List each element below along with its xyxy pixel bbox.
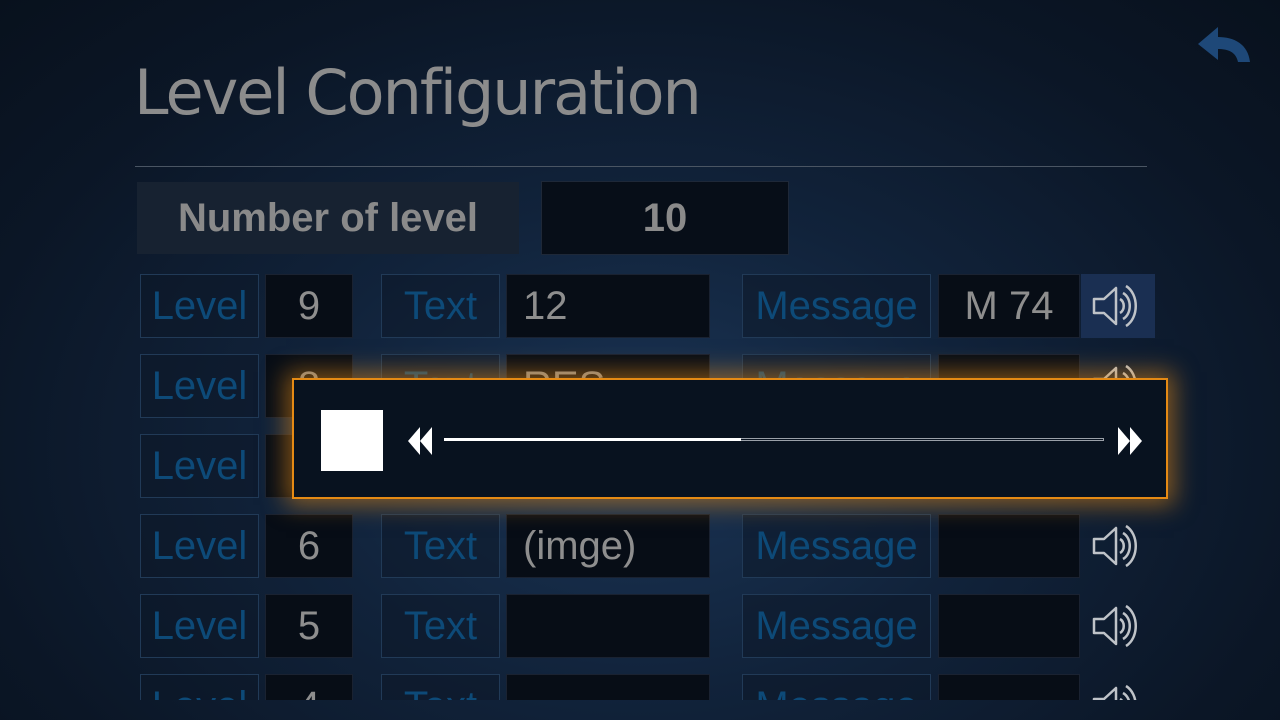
speaker-icon: [1088, 282, 1148, 330]
speaker-icon: [1088, 602, 1148, 650]
message-label: Message: [742, 274, 931, 338]
level-row: Level 6 Text (imge) Message: [0, 514, 1280, 580]
fast-forward-button[interactable]: [1114, 427, 1144, 455]
audio-player-dialog: [292, 378, 1168, 499]
number-of-level-field[interactable]: 10: [541, 181, 789, 255]
play-message-button[interactable]: [1081, 674, 1155, 700]
level-label: Level: [140, 434, 259, 498]
message-field[interactable]: M 74: [938, 274, 1080, 338]
back-button[interactable]: [1194, 24, 1254, 70]
level-row: Level4 Text Message: [0, 674, 1280, 700]
stop-button[interactable]: [321, 410, 383, 471]
text-label: Text: [381, 674, 500, 700]
message-label: Message: [742, 674, 931, 700]
text-field[interactable]: (imge): [506, 514, 710, 578]
number-of-level-label: Number of level: [137, 182, 519, 254]
level-row: Level 5 Text Message: [0, 594, 1280, 660]
level-row: Level 9 Text 12 Message M 74: [0, 274, 1280, 340]
play-message-button[interactable]: [1081, 514, 1155, 578]
level-number-field[interactable]: 6: [265, 514, 353, 578]
progress-fill: [444, 438, 741, 441]
text-field[interactable]: [506, 594, 710, 658]
message-label: Message: [742, 514, 931, 578]
level-number-field[interactable]: 9: [265, 274, 353, 338]
page-title: Level Configuration: [134, 56, 702, 129]
message-label: Message: [742, 594, 931, 658]
speaker-icon: [1088, 522, 1148, 570]
level-label: Level: [140, 514, 259, 578]
title-divider: [135, 166, 1147, 167]
level-label: Level: [140, 354, 259, 418]
level-number-field[interactable]: 4: [265, 674, 353, 700]
rewind-icon: [408, 427, 432, 455]
play-message-button[interactable]: [1081, 594, 1155, 658]
rewind-button[interactable]: [406, 427, 436, 455]
level-label: Level: [140, 274, 259, 338]
text-label: Text: [381, 274, 500, 338]
progress-slider[interactable]: [444, 438, 1104, 443]
text-field[interactable]: [506, 674, 710, 700]
message-field[interactable]: [938, 514, 1080, 578]
speaker-icon: [1088, 682, 1148, 700]
message-field[interactable]: [938, 594, 1080, 658]
text-field[interactable]: 12: [506, 274, 710, 338]
back-arrow-icon: [1198, 27, 1250, 62]
level-label: Level: [140, 674, 259, 700]
text-label: Text: [381, 514, 500, 578]
fast-forward-icon: [1118, 427, 1142, 455]
play-message-button[interactable]: [1081, 274, 1155, 338]
level-label: Level: [140, 594, 259, 658]
text-label: Text: [381, 594, 500, 658]
level-number-field[interactable]: 5: [265, 594, 353, 658]
message-field[interactable]: [938, 674, 1080, 700]
